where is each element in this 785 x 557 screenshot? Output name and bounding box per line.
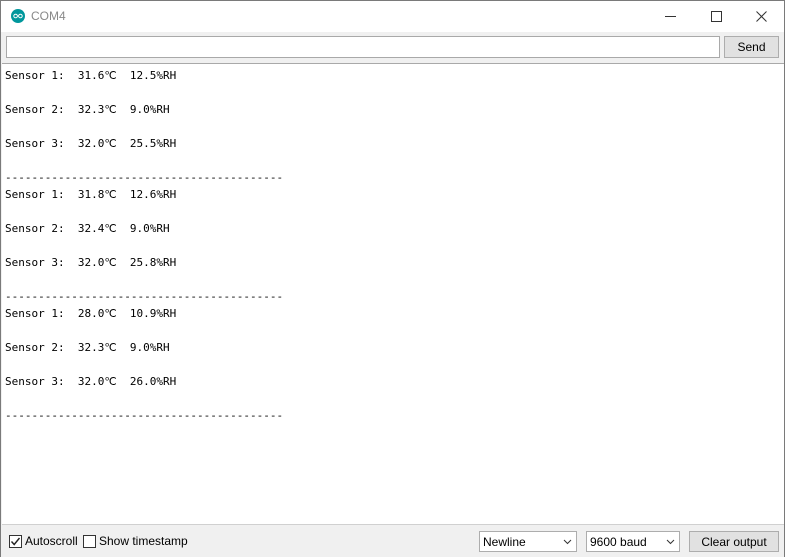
output-line: Sensor 2: 32.3℃ 9.0%RH: [5, 103, 170, 116]
output-line: Sensor 1: 28.0℃ 10.9%RH: [5, 307, 177, 320]
message-input[interactable]: [6, 36, 720, 58]
timestamp-label: Show timestamp: [99, 534, 188, 548]
separator-line: ----------------------------------------…: [5, 409, 284, 422]
output-line: Sensor 1: 31.6℃ 12.5%RH: [5, 69, 177, 82]
separator-line: ----------------------------------------…: [5, 171, 284, 184]
chevron-down-icon: [666, 539, 675, 545]
clear-output-button[interactable]: Clear output: [689, 531, 779, 552]
serial-output[interactable]: Sensor 1: 31.6℃ 12.5%RH Sensor 2: 32.3℃ 9…: [2, 63, 784, 525]
output-line: Sensor 1: 31.8℃ 12.6%RH: [5, 188, 177, 201]
output-line: Sensor 3: 32.0℃ 25.8%RH: [5, 256, 177, 269]
serial-monitor-window: COM4 Send Sensor 1: 31.6℃ 12.5%RH Sensor …: [0, 0, 785, 557]
send-bar: Send: [1, 32, 784, 63]
close-icon: [755, 11, 767, 22]
title-bar: COM4: [1, 1, 784, 32]
bottom-toolbar: Autoscroll Show timestamp Newline 9600 b…: [1, 526, 784, 557]
autoscroll-label: Autoscroll: [25, 534, 78, 548]
minimize-button[interactable]: [647, 1, 693, 32]
minimize-icon: [664, 16, 676, 17]
maximize-icon: [710, 11, 722, 22]
baud-rate-select[interactable]: 9600 baud: [586, 531, 680, 552]
send-button[interactable]: Send: [724, 36, 779, 58]
line-ending-value: Newline: [483, 534, 526, 549]
baud-rate-value: 9600 baud: [590, 534, 647, 549]
output-line: Sensor 3: 32.0℃ 26.0%RH: [5, 375, 177, 388]
autoscroll-checkbox[interactable]: [9, 534, 22, 548]
timestamp-toggle[interactable]: Show timestamp: [83, 534, 188, 548]
chevron-down-icon: [563, 539, 572, 545]
timestamp-checkbox[interactable]: [83, 534, 96, 548]
output-line: Sensor 3: 32.0℃ 25.5%RH: [5, 137, 177, 150]
output-line: Sensor 2: 32.3℃ 9.0%RH: [5, 341, 170, 354]
output-line: Sensor 2: 32.4℃ 9.0%RH: [5, 222, 170, 235]
separator-line: ----------------------------------------…: [5, 290, 284, 303]
checkmark-icon: [10, 537, 21, 546]
maximize-button[interactable]: [693, 1, 739, 32]
close-button[interactable]: [738, 1, 784, 32]
autoscroll-toggle[interactable]: Autoscroll: [9, 534, 78, 548]
line-ending-select[interactable]: Newline: [479, 531, 577, 552]
window-title: COM4: [31, 9, 66, 23]
arduino-logo-icon: [11, 9, 25, 23]
